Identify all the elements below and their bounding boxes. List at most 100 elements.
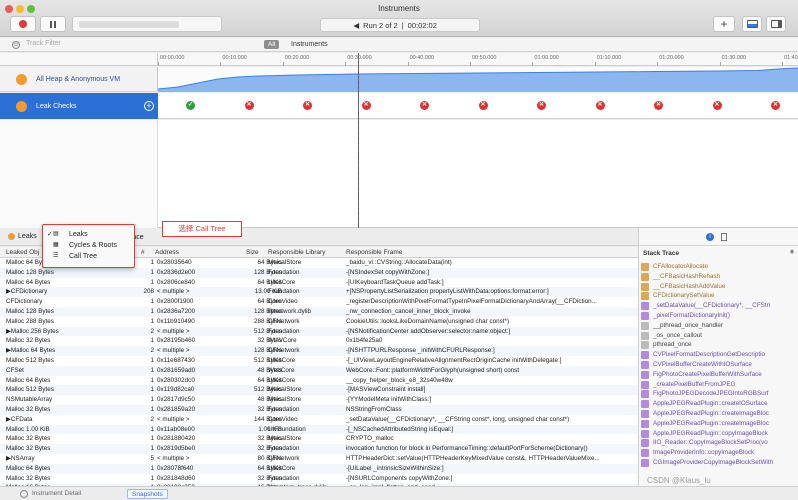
table-row[interactable]: Malloc 64 Bytes 1 0x2806ce840 64 Bytes UIKit… xyxy=(0,278,638,288)
stack-frame[interactable]: _createPixelBufferFromJPEG xyxy=(639,380,798,390)
menu-item-call-tree[interactable]: ☰ Call Tree xyxy=(43,251,134,262)
column-header-library[interactable]: Responsible Library xyxy=(268,249,325,256)
table-row[interactable]: NSMutableArray 1 0x2817d9c50 48 Bytes Meical… xyxy=(0,395,638,405)
stack-frame[interactable]: ImageProviderInfo::copyImageBlock xyxy=(639,448,798,458)
leak-check-fail-icon[interactable]: ✕ xyxy=(595,101,605,110)
stack-frame[interactable]: _os_once_callout xyxy=(639,331,798,341)
table-row[interactable]: Malloc 32 Bytes 1 0x281848d60 32 Bytes Found… xyxy=(0,474,638,484)
heap-graph[interactable] xyxy=(157,67,798,92)
filter-all-toggle[interactable]: All xyxy=(264,40,280,49)
playhead[interactable] xyxy=(358,53,359,228)
table-row[interactable]: Malloc 32 Bytes 1 0x28195b460 32 Bytes IMAVC… xyxy=(0,336,638,346)
leak-check-fail-icon[interactable]: ✕ xyxy=(478,101,488,110)
stack-trace-options-icon[interactable]: ⩨ xyxy=(790,249,794,257)
stack-frame[interactable]: CGImageProviderCopyImageBlockSetWith xyxy=(639,458,798,468)
table-cell-library: UIKitCore xyxy=(268,356,296,364)
leak-checks-graph[interactable]: ✓ ✕ ✕ ✕ ✕ ✕ ✕ ✕ ✕ ✕ ✕ xyxy=(158,93,798,119)
column-header-size[interactable]: Size xyxy=(246,249,259,256)
stack-frame[interactable]: __CFBasicHashRehash xyxy=(639,272,798,282)
stack-frame[interactable]: FigPhotoCreatePixelBufferWithSurface xyxy=(639,370,798,380)
timeline-ruler[interactable]: 00:00.000 00:10.000 00:20.000 00:30.000 00:4… xyxy=(158,53,798,66)
table-row[interactable]: Malloc 512 Bytes 1 0x11e687430 512 Bytes UIK… xyxy=(0,356,638,366)
toggle-detail-panel-button[interactable] xyxy=(742,16,762,32)
table-row[interactable]: ▶Malloc 64 Bytes 2 < multiple >128 Bytes CF… xyxy=(0,346,638,356)
table-row[interactable]: CFSet 1 0x281659ad0 48 Bytes WebCore WebCore:… xyxy=(0,365,638,376)
table-row[interactable]: ▶NSArray 5 < multiple >80 Bytes CFNetwork HT… xyxy=(0,454,638,464)
table-row[interactable]: Malloc 288 Bytes 1 0x11b910490 288 Bytes CFN… xyxy=(0,317,638,327)
leak-check-fail-icon[interactable]: ✕ xyxy=(303,101,312,110)
table-row[interactable]: ▶CFData 2 < multiple >144 Bytes CoreVideo _s… xyxy=(0,415,638,425)
track-leak-checks[interactable]: Leak Checks + xyxy=(0,93,158,119)
add-track-icon[interactable]: + xyxy=(144,101,154,111)
table-row[interactable]: Malloc 1.00 KiB 1 0x11ab08e00 1.00 KiB UIFou… xyxy=(0,424,638,435)
table-cell-library: CoreVideo xyxy=(268,415,298,423)
stack-frame[interactable]: AppleJPEGReadPlugin::copyImageBlock xyxy=(639,429,798,439)
leak-check-fail-icon[interactable]: ✕ xyxy=(654,101,663,110)
column-header-count[interactable]: # xyxy=(141,249,145,256)
stack-frame[interactable]: _pixelFormatDictionaryInit() xyxy=(639,311,798,321)
menu-item-cycles-roots[interactable]: ▦ Cycles & Roots xyxy=(43,240,134,251)
table-row[interactable]: Malloc 64 Bytes 1 0x280302dc0 64 Bytes UIKit… xyxy=(0,376,638,386)
table-row[interactable]: Malloc 32 Bytes 1 0x2819d5be0 32 Bytes Found… xyxy=(0,444,638,454)
leak-check-pass-icon[interactable]: ✓ xyxy=(186,101,195,110)
target-selector[interactable] xyxy=(72,16,222,32)
leak-check-fail-icon[interactable]: ✕ xyxy=(771,101,780,110)
table-row[interactable]: CFDictionary 1 0x2800f1900 64 Bytes CoreVide… xyxy=(0,297,638,307)
table-row[interactable]: Malloc 512 Bytes 1 0x119d82ca0 512 Bytes Mei… xyxy=(0,385,638,396)
table-row[interactable]: Malloc 32 Bytes 1 0x281859a20 32 Bytes Found… xyxy=(0,404,638,415)
toggle-inspector-button[interactable] xyxy=(766,16,786,32)
column-header-object[interactable]: Leaked Obj xyxy=(6,249,39,256)
table-cell-object: NSMutableArray xyxy=(6,396,53,404)
stack-frame[interactable]: _setDataValue(__CFDictionary*, __CFStri xyxy=(639,301,798,311)
frame-library-icon xyxy=(641,341,649,350)
track-heap[interactable]: All Heap & Anonymous VM xyxy=(0,67,158,92)
detail-instrument-selector[interactable]: Leaks xyxy=(8,233,37,240)
stack-frame[interactable]: FigPhotoJPEGDecodeJPEGIntoRGBSurf xyxy=(639,389,798,399)
stack-frame[interactable]: CVPixelFormatDescriptionGetDescriptio xyxy=(639,350,798,360)
stack-frame[interactable]: CVPixelBufferCreateWithIOSurface xyxy=(639,360,798,370)
table-cell-library: MeicalStore xyxy=(268,435,302,443)
table-row[interactable]: Malloc 128 Bytes 1 0x2836a7200 128 Bytes lib… xyxy=(0,306,638,317)
stack-frame[interactable]: pthread_once xyxy=(639,340,798,350)
table-row[interactable]: ▶Malloc 256 Bytes 2 < multiple >512 Bytes F… xyxy=(0,326,638,337)
stack-frame[interactable]: IIO_Reader::CopyImageBlockSetProc(vo xyxy=(639,438,798,448)
table-cell-num: 1 xyxy=(150,425,154,433)
snapshots-button[interactable]: Snapshots xyxy=(127,489,168,499)
table-cell-library: CFNetwork xyxy=(268,347,300,355)
stack-frame[interactable]: __CFBasicHashAddValue xyxy=(639,282,798,292)
record-button[interactable] xyxy=(10,16,36,32)
table-row[interactable]: ▶CFDictionary 208 < multiple >13.00 KiB Fou… xyxy=(0,287,638,298)
frame-library-icon xyxy=(641,449,649,458)
table-row[interactable]: Malloc 128 Bytes 1 0x2836d2e00 128 Bytes Fou… xyxy=(0,267,638,278)
leak-check-fail-icon[interactable]: ✕ xyxy=(420,101,429,110)
table-cell-library: UIKitCore xyxy=(268,376,296,384)
instrument-detail-filter[interactable]: Instrument Detail xyxy=(32,490,81,497)
column-header-frame[interactable]: Responsible Frame xyxy=(346,249,402,256)
stack-frame[interactable]: CFAllocatorAllocate xyxy=(639,262,798,272)
leak-check-fail-icon[interactable]: ✕ xyxy=(361,101,371,110)
filter-icon[interactable]: ⊙ xyxy=(12,41,20,49)
stack-frame[interactable]: AppleJPEGReadPlugin::createImageBloc xyxy=(639,409,798,419)
run-selector[interactable]: ◀ Run 2 of 2 | 00:02:02 ▶ xyxy=(320,18,480,32)
filter-instruments-toggle[interactable]: Instruments xyxy=(291,41,328,48)
stack-frame[interactable]: AppleJPEGReadPlugin::createImageBloc xyxy=(639,419,798,429)
pause-button[interactable] xyxy=(40,16,66,32)
leak-check-fail-icon[interactable]: ✕ xyxy=(712,101,722,110)
stack-frame-name: CVPixelBufferCreateWithIOSurface xyxy=(653,360,752,368)
stack-frame[interactable]: AppleJPEGReadPlugin::createIOSurface xyxy=(639,399,798,409)
table-row[interactable]: Malloc 64 Bytes 1 0x28078f640 64 Bytes UIKit… xyxy=(0,463,638,474)
previous-run-icon[interactable]: ◀ xyxy=(353,21,359,30)
leak-check-fail-icon[interactable]: ✕ xyxy=(244,101,254,110)
detail-instrument-label: Leaks xyxy=(18,233,37,240)
track-filter-input[interactable]: Track Filter xyxy=(26,40,61,47)
menu-item-leaks[interactable]: ✓ ▤ Leaks xyxy=(43,229,134,240)
table-row[interactable]: Malloc 32 Bytes 1 0x281880420 32 Bytes Meica… xyxy=(0,434,638,444)
column-header-address[interactable]: Address xyxy=(155,249,179,256)
document-icon[interactable] xyxy=(721,233,727,241)
filter-icon[interactable] xyxy=(20,490,28,498)
stack-frame[interactable]: __pthread_once_handler xyxy=(639,321,798,331)
add-instrument-button[interactable]: + xyxy=(713,16,735,32)
stack-frame[interactable]: CFDictionarySetValue xyxy=(639,291,798,301)
leak-check-fail-icon[interactable]: ✕ xyxy=(537,101,546,110)
info-icon[interactable]: i xyxy=(706,233,714,241)
